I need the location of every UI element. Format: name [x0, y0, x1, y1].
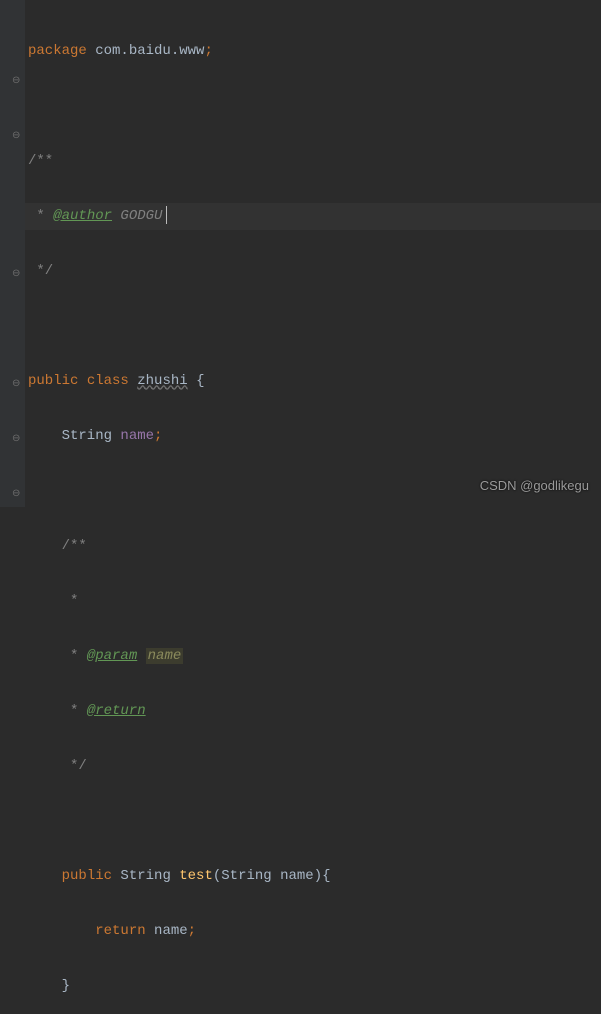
- doc-tag-author: @author: [53, 208, 112, 224]
- fold-icon[interactable]: ⊖: [12, 68, 20, 96]
- keyword-package: package: [28, 43, 87, 59]
- doc-tag-param: @param: [87, 648, 137, 664]
- doc-tag-return: @return: [87, 703, 146, 719]
- code-line: [28, 808, 601, 836]
- code-line: *: [28, 588, 601, 616]
- fold-icon[interactable]: ⊖: [12, 481, 20, 509]
- code-line: */: [28, 258, 601, 286]
- code-line: [28, 93, 601, 121]
- text-caret: [166, 206, 167, 224]
- method-name: test: [179, 868, 213, 884]
- fold-icon[interactable]: ⊖: [12, 123, 20, 151]
- fold-icon[interactable]: ⊖: [12, 371, 20, 399]
- code-editor[interactable]: package com.baidu.www; /** * @author GOD…: [0, 0, 601, 1014]
- field-name: name: [120, 428, 154, 444]
- code-line: * @param name: [28, 643, 601, 671]
- code-line: /**: [28, 148, 601, 176]
- code-line: [28, 313, 601, 341]
- code-line: /**: [28, 533, 601, 561]
- fold-icon[interactable]: ⊖: [12, 261, 20, 289]
- code-line: */: [28, 753, 601, 781]
- code-line: public String test(String name){: [28, 863, 601, 891]
- code-line: public class zhushi {: [28, 368, 601, 396]
- fold-icon[interactable]: ⊖: [12, 426, 20, 454]
- class-name: zhushi: [137, 373, 187, 389]
- code-line: String name;: [28, 423, 601, 451]
- code-line: package com.baidu.www;: [28, 38, 601, 66]
- code-line: }: [28, 973, 601, 1001]
- watermark: CSDN @godlikegu: [480, 472, 589, 500]
- code-line-current: * @author GODGU: [25, 203, 601, 231]
- code-line: return name;: [28, 918, 601, 946]
- code-line: * @return: [28, 698, 601, 726]
- editor-gutter: ⊖ ⊖ ⊖ ⊖ ⊖ ⊖: [0, 0, 25, 507]
